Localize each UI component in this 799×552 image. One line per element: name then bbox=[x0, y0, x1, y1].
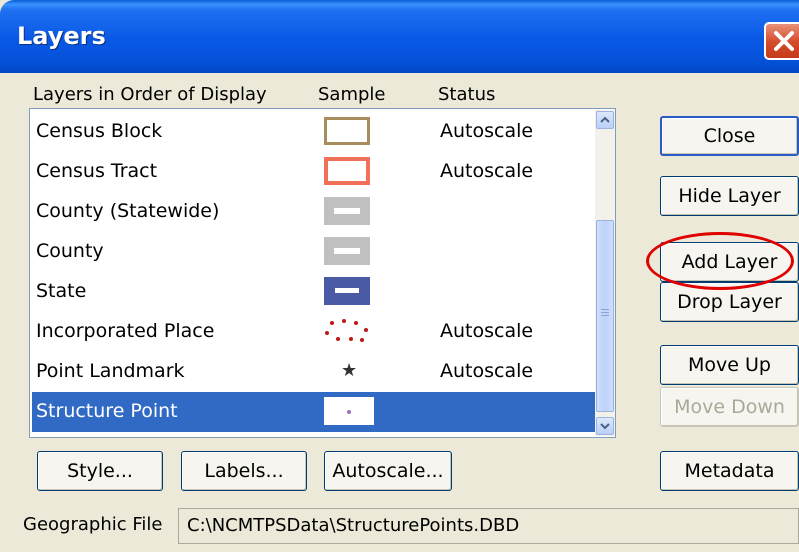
layer-status: Autoscale bbox=[440, 120, 534, 142]
window-title: Layers bbox=[17, 22, 106, 50]
layer-row-structure-point[interactable]: Structure Point bbox=[32, 392, 595, 432]
autoscale-button[interactable]: Autoscale... bbox=[324, 451, 452, 491]
add-layer-highlight-circle bbox=[646, 232, 794, 290]
layer-status: Autoscale bbox=[440, 320, 534, 342]
layer-sample bbox=[324, 277, 374, 305]
title-bar: Layers bbox=[0, 0, 799, 73]
chevron-up-icon bbox=[600, 116, 610, 123]
close-button[interactable]: Close bbox=[660, 116, 799, 156]
layer-sample bbox=[324, 197, 374, 225]
style-button[interactable]: Style... bbox=[37, 451, 163, 491]
chevron-down-icon bbox=[600, 423, 610, 430]
layer-name: Point Landmark bbox=[36, 360, 185, 382]
hide-layer-button[interactable]: Hide Layer bbox=[660, 176, 799, 216]
layer-sample bbox=[324, 317, 374, 345]
layer-name: County (Statewide) bbox=[36, 200, 220, 222]
layer-name: County bbox=[36, 240, 104, 262]
layer-sample bbox=[324, 157, 374, 185]
column-header-sample: Sample bbox=[318, 84, 386, 105]
layer-sample bbox=[324, 397, 374, 425]
geographic-file-path: C:\NCMTPSData\StructurePoints.DBD bbox=[178, 508, 799, 544]
layer-status: Autoscale bbox=[440, 160, 534, 182]
close-icon bbox=[774, 31, 794, 51]
scroll-down-button[interactable] bbox=[596, 417, 614, 435]
move-down-button[interactable]: Move Down bbox=[660, 387, 799, 427]
move-up-button[interactable]: Move Up bbox=[660, 345, 799, 385]
layer-row-county-statewide[interactable]: County (Statewide) bbox=[32, 192, 595, 232]
layers-list[interactable]: Census Block Autoscale Census Tract Auto… bbox=[29, 108, 616, 438]
layer-name: Census Tract bbox=[36, 160, 158, 182]
layer-row-incorporated-place[interactable]: Incorporated Place Autoscale bbox=[32, 312, 595, 352]
layer-row-point-landmark[interactable]: Point Landmark ★ Autoscale bbox=[32, 352, 595, 392]
labels-button[interactable]: Labels... bbox=[181, 451, 307, 491]
layer-row-census-tract[interactable]: Census Tract Autoscale bbox=[32, 152, 595, 192]
geographic-file-label: Geographic File bbox=[23, 514, 163, 535]
star-icon: ★ bbox=[324, 357, 374, 385]
svg-text:★: ★ bbox=[341, 360, 357, 381]
layers-scrollbar[interactable] bbox=[595, 110, 615, 436]
metadata-button[interactable]: Metadata bbox=[660, 451, 799, 491]
layer-name: State bbox=[36, 280, 87, 302]
column-header-layers: Layers in Order of Display bbox=[33, 84, 267, 105]
layer-name: Incorporated Place bbox=[36, 320, 215, 342]
layers-dialog: Layers Layers in Order of Display Sample… bbox=[0, 0, 799, 552]
layer-row-state[interactable]: State bbox=[32, 272, 595, 312]
layer-sample bbox=[324, 237, 374, 265]
column-header-status: Status bbox=[438, 84, 496, 105]
scroll-thumb[interactable] bbox=[596, 220, 614, 412]
close-window-button[interactable] bbox=[764, 22, 799, 60]
layer-sample bbox=[324, 117, 374, 145]
layer-name: Structure Point bbox=[36, 400, 178, 422]
layer-status: Autoscale bbox=[440, 360, 534, 382]
layer-name: Census Block bbox=[36, 120, 163, 142]
scroll-up-button[interactable] bbox=[596, 111, 614, 129]
layer-row-census-block[interactable]: Census Block Autoscale bbox=[32, 112, 595, 152]
layer-row-county[interactable]: County bbox=[32, 232, 595, 272]
